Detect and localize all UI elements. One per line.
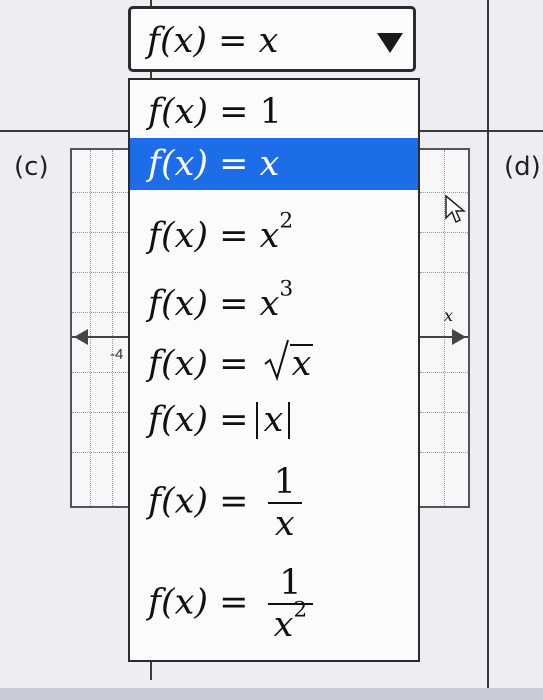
function-dropdown-list[interactable]: f(x) = 1 f(x) = x f(x) = x2 f(x) = x3 f(… <box>128 78 420 662</box>
mouse-cursor-icon <box>444 194 467 229</box>
option-lhs: f(x) = <box>148 582 249 623</box>
fraction-denominator: x <box>274 504 295 544</box>
option-base: x <box>259 216 280 256</box>
fraction: 1 x <box>267 462 302 544</box>
option-lhs: f(x) = <box>148 92 249 132</box>
option-lhs: f(x) = <box>148 481 249 522</box>
part-c-label: (c) <box>14 152 49 182</box>
radical-sign: x <box>263 339 314 384</box>
select-value: f(x) = x <box>147 21 278 61</box>
fraction-numerator: 1 <box>273 462 296 502</box>
option-rhs: x <box>259 144 280 184</box>
option-square[interactable]: f(x) = x2 <box>130 208 418 264</box>
fraction-denominator: x <box>273 605 294 645</box>
option-constant[interactable]: f(x) = 1 <box>130 86 418 138</box>
option-square-root[interactable]: f(x) = x <box>130 336 418 392</box>
arrow-left-icon <box>74 329 88 345</box>
option-base: x <box>259 284 280 324</box>
tick-label: -4 <box>110 346 124 363</box>
bottom-strip <box>0 688 543 700</box>
axis-label: x <box>444 306 454 325</box>
fraction: 1 x2 <box>267 563 314 645</box>
option-lhs: f(x) = <box>148 144 249 184</box>
option-exponent: 2 <box>279 208 294 234</box>
option-rhs: 1 <box>259 92 282 132</box>
function-select[interactable]: f(x) = x <box>128 6 416 72</box>
option-exponent: 3 <box>279 276 294 302</box>
option-reciprocal[interactable]: f(x) = 1 x <box>130 458 418 548</box>
option-lhs: f(x) = <box>148 216 249 256</box>
select-value-lhs: f(x) = <box>147 21 248 61</box>
part-d-label: (d) <box>504 152 541 182</box>
option-exponent: 2 <box>293 597 308 623</box>
square-root-icon <box>263 339 289 382</box>
option-lhs: f(x) = <box>148 344 249 384</box>
graph-panel-d[interactable]: x <box>418 148 470 508</box>
triangle-down-icon <box>377 33 403 53</box>
arrow-right-icon <box>452 329 466 345</box>
option-reciprocal-square[interactable]: f(x) = 1 x2 <box>130 556 418 652</box>
option-lhs: f(x) = <box>148 284 249 324</box>
option-cube[interactable]: f(x) = x3 <box>130 276 418 332</box>
option-lhs: f(x) = <box>148 400 249 440</box>
divider-right <box>487 0 489 690</box>
select-value-rhs: x <box>258 21 279 61</box>
option-identity[interactable]: f(x) = x <box>130 138 418 190</box>
option-radicand: x <box>289 344 314 384</box>
option-abs-argument: x <box>256 402 291 439</box>
option-absolute-value[interactable]: f(x) = x <box>130 392 418 448</box>
